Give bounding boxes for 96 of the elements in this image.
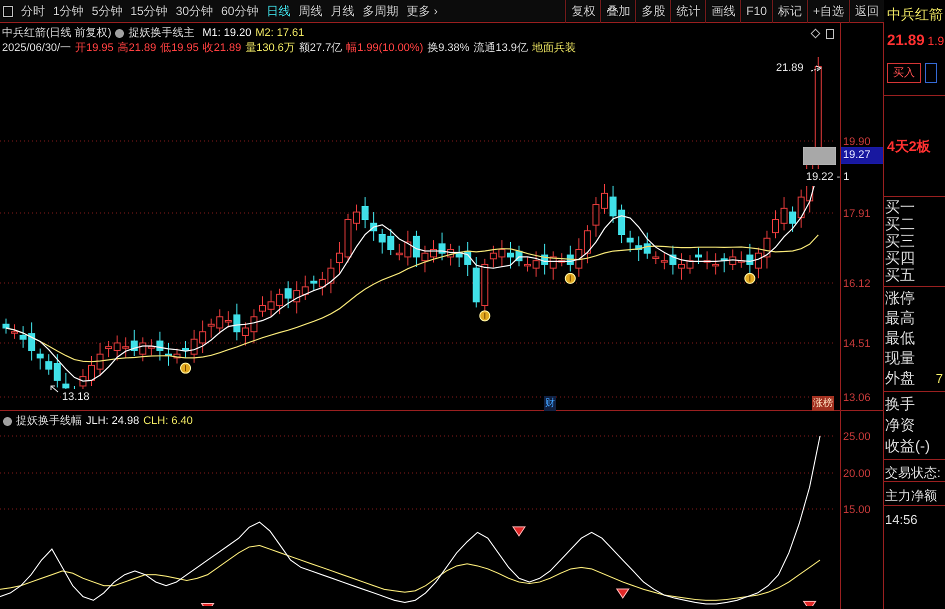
coin-icon bbox=[564, 272, 576, 284]
quote-value: 2025/06/30/一 bbox=[2, 41, 72, 56]
indicator-name: 捉妖换手线主 bbox=[128, 26, 194, 41]
period-tab[interactable]: 月线 bbox=[326, 2, 358, 20]
quote-value: 开19.95 bbox=[75, 41, 114, 56]
period-tab[interactable]: 5分钟 bbox=[88, 2, 126, 20]
stat-label: 现量 bbox=[885, 349, 915, 369]
toolbar-button[interactable]: 标记 bbox=[772, 0, 807, 22]
range-label: 19.22 - 1 bbox=[806, 169, 850, 186]
panel-toggle-icon[interactable] bbox=[826, 28, 834, 38]
price-range-box bbox=[803, 147, 836, 165]
quote-value: 额27.7亿 bbox=[298, 41, 342, 56]
current-price-tag: 19.27 bbox=[841, 147, 883, 164]
period-tab[interactable]: 1分钟 bbox=[49, 2, 88, 20]
limit-up-streak: 4天2板 bbox=[887, 136, 931, 156]
indicator-axis-label: 20.00 bbox=[843, 467, 871, 482]
m1-value: M1: 19.20 bbox=[202, 26, 252, 41]
finance-marker[interactable]: 财 bbox=[544, 396, 556, 411]
toolbar-button[interactable]: 复权 bbox=[565, 0, 600, 22]
bid-label: 买一 bbox=[885, 199, 916, 216]
candlestick bbox=[88, 356, 95, 386]
toolbar-button[interactable]: 叠加 bbox=[600, 0, 636, 22]
toolbar-button[interactable]: 返回 bbox=[849, 0, 884, 22]
high-price-label: 21.89 bbox=[776, 61, 804, 76]
price-axis-label: 17.91 bbox=[843, 207, 871, 222]
candlestick bbox=[772, 210, 779, 239]
period-tab[interactable]: 分时 bbox=[17, 2, 49, 20]
period-tab[interactable]: 日线 bbox=[262, 2, 294, 20]
candlestick bbox=[601, 184, 608, 214]
indicator-axis-label: 25.00 bbox=[843, 430, 871, 445]
candlestick bbox=[516, 245, 522, 267]
quote-value: 幅1.99(10.00%) bbox=[346, 41, 424, 56]
quote-value: 收21.89 bbox=[202, 41, 242, 56]
candlestick bbox=[259, 296, 266, 318]
period-tab[interactable]: 60分钟 bbox=[217, 2, 262, 20]
time-label: 14:56 bbox=[884, 511, 919, 529]
clh-value: CLH: 6.40 bbox=[143, 414, 193, 429]
stat-label: 最高 bbox=[885, 309, 915, 329]
bid-label: 买四 bbox=[885, 250, 916, 267]
toolbar-button[interactable]: F10 bbox=[740, 0, 772, 22]
price-axis-label: 19.90 bbox=[843, 135, 871, 150]
bid-label: 买二 bbox=[885, 216, 916, 233]
last-price: 21.89 bbox=[887, 31, 925, 51]
buy-button[interactable]: 买入 bbox=[887, 63, 921, 83]
quote-value: 流通13.9亿 bbox=[473, 41, 528, 56]
candlestick bbox=[2, 318, 10, 334]
period-tab[interactable]: 15分钟 bbox=[126, 2, 172, 20]
arrow-icon bbox=[50, 386, 58, 392]
period-tab[interactable]: 30分钟 bbox=[172, 2, 218, 20]
main-net-label: 主力净额 bbox=[884, 482, 945, 506]
bid-label: 买三 bbox=[885, 233, 916, 250]
stock-title: 中兵红箭(日线 前复权) bbox=[2, 26, 112, 41]
quote-value: 低19.95 bbox=[160, 41, 199, 56]
stat-label: 涨停 bbox=[885, 289, 915, 309]
diamond-outline-icon[interactable] bbox=[810, 28, 820, 38]
toolbar-button[interactable]: 统计 bbox=[670, 0, 706, 22]
quote-value: 换9.38% bbox=[427, 41, 470, 56]
price-axis-label: 13.06 bbox=[843, 391, 871, 406]
m2-value: M2: 17.61 bbox=[255, 26, 304, 41]
quote-value: 地面兵装 bbox=[532, 41, 576, 56]
toolbar-button[interactable]: +自选 bbox=[806, 0, 849, 22]
period-tab[interactable]: 周线 bbox=[294, 2, 326, 20]
outer-volume-value: 7 bbox=[936, 370, 943, 388]
candlestick bbox=[344, 213, 352, 264]
stat-label: 外盘 bbox=[885, 369, 915, 389]
indicator-toggle-icon[interactable] bbox=[3, 416, 12, 426]
toolbar-button[interactable]: 画线 bbox=[705, 0, 740, 22]
arrow-icon bbox=[810, 66, 822, 72]
period-tab[interactable]: 更多 › bbox=[402, 2, 442, 20]
period-tab[interactable]: 多周期 bbox=[358, 2, 402, 20]
bid-label: 买五 bbox=[885, 267, 916, 284]
finance-label: 换手 bbox=[885, 395, 916, 415]
toolbar-button[interactable]: 多股 bbox=[635, 0, 670, 22]
jlh-value: JLH: 24.98 bbox=[86, 414, 140, 429]
price-axis-label: 14.51 bbox=[843, 337, 871, 352]
finance-label: 收益(-) bbox=[885, 437, 931, 457]
candlestick bbox=[686, 254, 694, 274]
panel-toggle-icon[interactable] bbox=[3, 6, 13, 16]
quote-value: 高21.89 bbox=[118, 41, 156, 56]
rank-marker[interactable]: 涨榜 bbox=[812, 396, 834, 411]
candlestick bbox=[430, 240, 437, 264]
sell-button[interactable] bbox=[925, 63, 937, 83]
finance-label: 净资 bbox=[885, 416, 916, 436]
indicator-name: 捉妖换手线幅 bbox=[16, 414, 82, 429]
candlestick bbox=[174, 348, 180, 364]
indicator-axis-label: 15.00 bbox=[843, 503, 871, 518]
indicator-toggle-icon[interactable] bbox=[115, 29, 124, 38]
coin-icon bbox=[744, 272, 756, 284]
coin-icon bbox=[479, 310, 490, 322]
price-change: 1.9 bbox=[928, 33, 944, 50]
price-axis-label: 16.12 bbox=[843, 277, 871, 292]
stock-name: 中兵红箭 bbox=[886, 5, 944, 24]
quote-value: 量130.6万 bbox=[245, 41, 295, 56]
coin-icon bbox=[180, 362, 192, 374]
stat-label: 最低 bbox=[885, 329, 915, 349]
trade-status-label: 交易状态: bbox=[884, 460, 945, 482]
